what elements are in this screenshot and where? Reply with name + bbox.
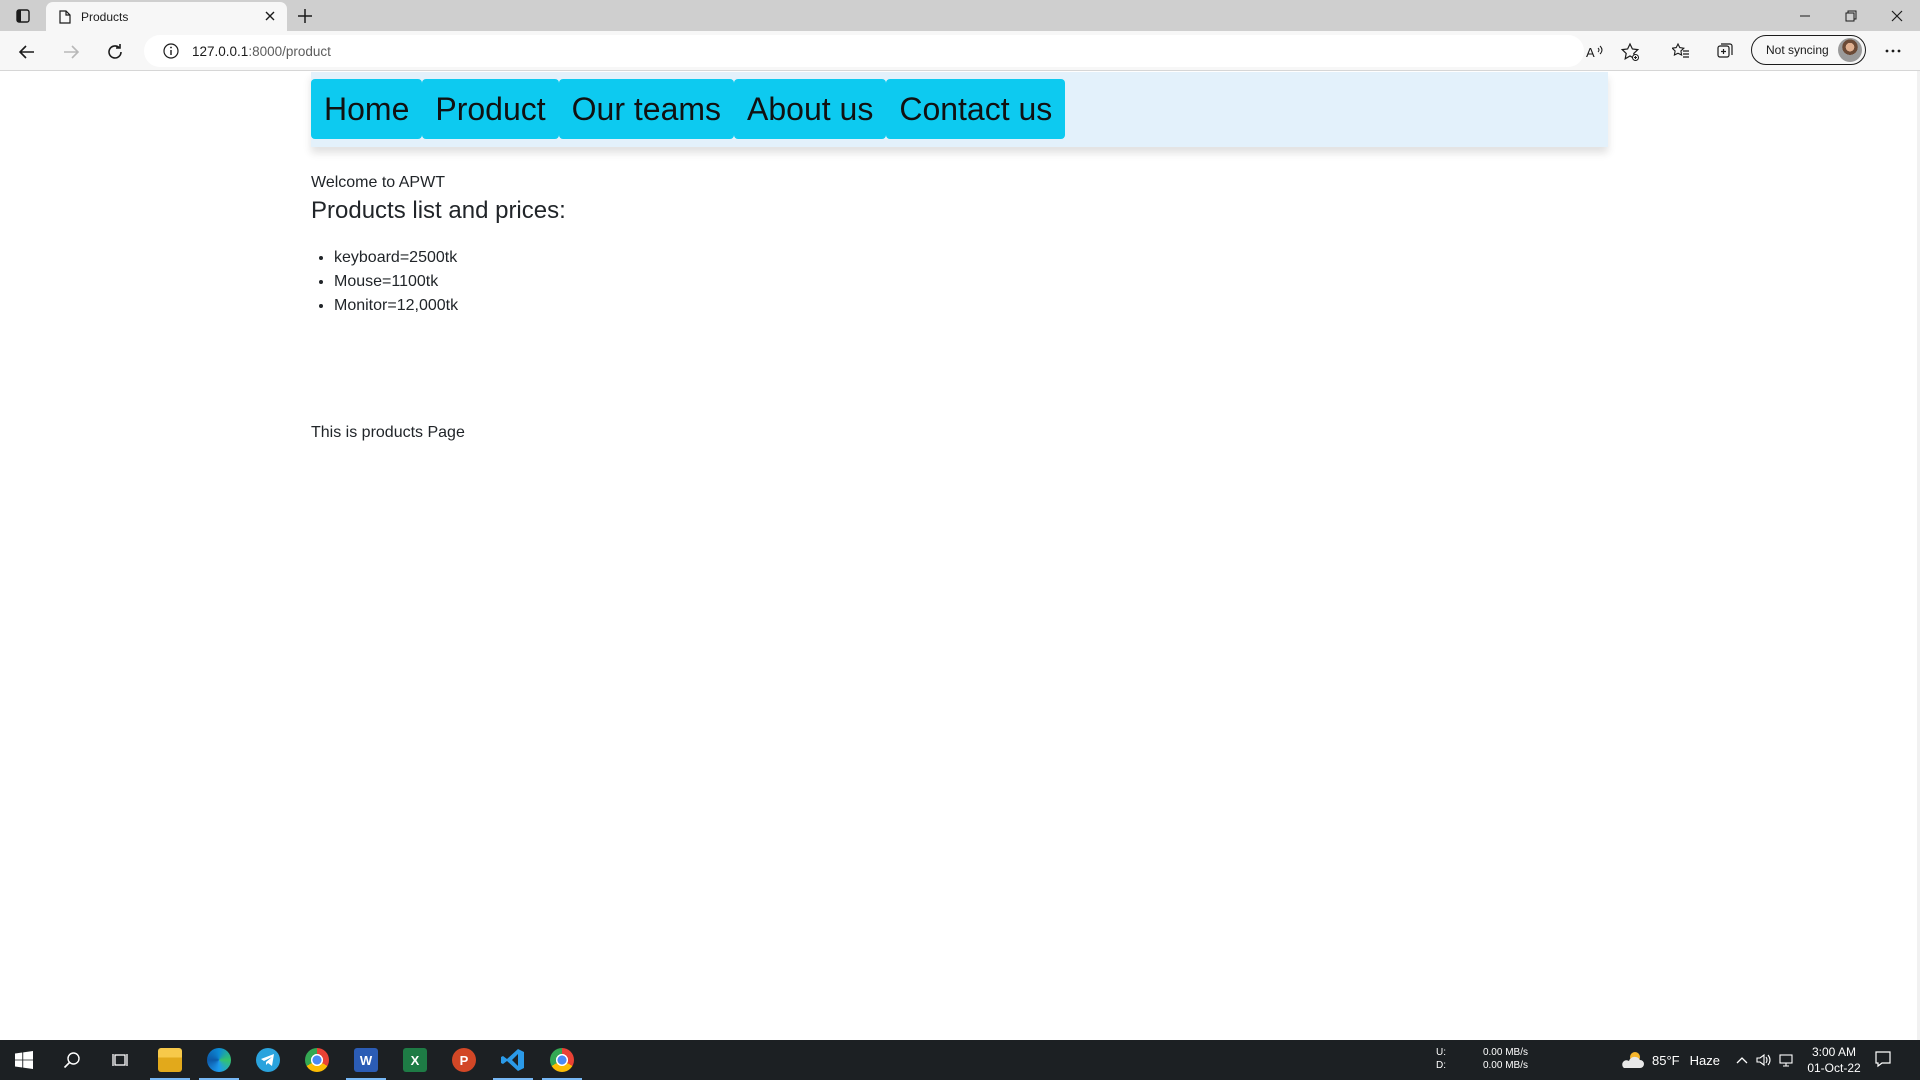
svg-text:A: A <box>1586 45 1595 60</box>
browser-toolbar: 127.0.0.1:8000/product A Not syncing <box>0 31 1920 71</box>
net-labels: U: D: <box>1436 1046 1446 1072</box>
profile-label: Not syncing <box>1766 43 1829 57</box>
notification-icon[interactable] <box>1874 1050 1898 1070</box>
close-tab-icon[interactable] <box>263 9 277 23</box>
url-host: 127.0.0.1 <box>192 43 249 59</box>
network-icon[interactable] <box>1776 1050 1796 1070</box>
net-down-label: D: <box>1436 1060 1446 1071</box>
product-list: keyboard=2500tk Mouse=1100tk Monitor=12,… <box>311 246 566 318</box>
windows-start-icon[interactable] <box>0 1040 48 1080</box>
page-heading: Products list and prices: <box>311 197 566 224</box>
active-tab[interactable]: Products <box>46 2 287 31</box>
powerpoint-icon[interactable]: P <box>440 1040 488 1080</box>
net-up-value: 0.00 MB/s <box>1482 1047 1528 1058</box>
nav-our-teams[interactable]: Our teams <box>558 79 735 139</box>
read-aloud-icon[interactable]: A <box>1584 42 1604 62</box>
net-up-label: U: <box>1436 1047 1446 1058</box>
volume-icon[interactable] <box>1754 1050 1774 1070</box>
vscode-icon[interactable] <box>489 1040 537 1080</box>
forward-icon[interactable] <box>58 39 84 65</box>
taskbar: W X P U: D: 0.00 MB/s 0.00 MB/s 85°F Haz… <box>0 1040 1920 1080</box>
weather-condition: Haze <box>1689 1052 1720 1068</box>
nav-contact-us[interactable]: Contact us <box>886 79 1066 139</box>
net-down-value: 0.00 MB/s <box>1482 1060 1528 1071</box>
back-icon[interactable] <box>14 39 40 65</box>
nav-about-us[interactable]: About us <box>734 79 887 139</box>
clock-date: 01-Oct-22 <box>1807 1061 1861 1075</box>
collections-icon[interactable] <box>1714 40 1736 62</box>
footer-text: This is products Page <box>311 424 465 441</box>
refresh-icon[interactable] <box>102 39 128 65</box>
net-values: 0.00 MB/s 0.00 MB/s <box>1476 1046 1528 1072</box>
tab-strip: Products <box>0 0 1920 31</box>
telegram-icon[interactable] <box>244 1040 292 1080</box>
site-info-icon[interactable] <box>162 42 180 60</box>
search-icon[interactable] <box>48 1040 96 1080</box>
weather-widget[interactable]: 85°F Haze <box>1620 1050 1720 1070</box>
tab-actions-icon[interactable] <box>12 6 34 26</box>
weather-icon <box>1622 1052 1644 1068</box>
url-text[interactable]: 127.0.0.1:8000/product <box>192 44 331 59</box>
avatar <box>1838 38 1862 62</box>
favorites-icon[interactable] <box>1670 40 1692 62</box>
address-bar[interactable]: 127.0.0.1:8000/product A <box>144 35 1640 67</box>
profile-button[interactable]: Not syncing <box>1751 35 1866 65</box>
add-favorite-icon[interactable] <box>1620 42 1640 62</box>
new-tab-icon[interactable] <box>294 5 316 27</box>
taskbar-clock[interactable]: 3:00 AM 01-Oct-22 <box>1800 1044 1868 1076</box>
list-item: keyboard=2500tk <box>334 246 566 270</box>
site-navbar: Home Product Our teams About us Contact … <box>311 72 1608 147</box>
welcome-text: Welcome to APWT <box>311 174 445 191</box>
chrome-icon[interactable] <box>293 1040 341 1080</box>
chrome-icon[interactable] <box>538 1040 586 1080</box>
nav-product[interactable]: Product <box>422 79 559 139</box>
nav-home[interactable]: Home <box>311 79 423 139</box>
more-menu-icon[interactable] <box>1880 40 1906 62</box>
clock-time: 3:00 AM <box>1811 1045 1857 1059</box>
list-item: Mouse=1100tk <box>334 270 566 294</box>
page-viewport: Home Product Our teams About us Contact … <box>0 71 1920 1040</box>
excel-icon[interactable]: X <box>391 1040 439 1080</box>
close-window-icon[interactable] <box>1874 4 1920 28</box>
list-item: Monitor=12,000tk <box>334 294 566 318</box>
minimize-icon[interactable] <box>1782 4 1828 28</box>
page-icon <box>59 9 71 24</box>
edge-icon[interactable] <box>195 1040 243 1080</box>
task-view-icon[interactable] <box>96 1040 144 1080</box>
file-explorer-icon[interactable] <box>146 1040 194 1080</box>
weather-temp: 85°F <box>1652 1052 1680 1068</box>
chevron-up-icon[interactable] <box>1732 1050 1752 1070</box>
url-path: :8000/product <box>248 43 331 59</box>
restore-icon[interactable] <box>1828 4 1874 28</box>
word-icon[interactable]: W <box>342 1040 390 1080</box>
tab-title: Products <box>81 9 129 24</box>
main-content: Welcome to APWT Products list and prices… <box>311 171 566 318</box>
